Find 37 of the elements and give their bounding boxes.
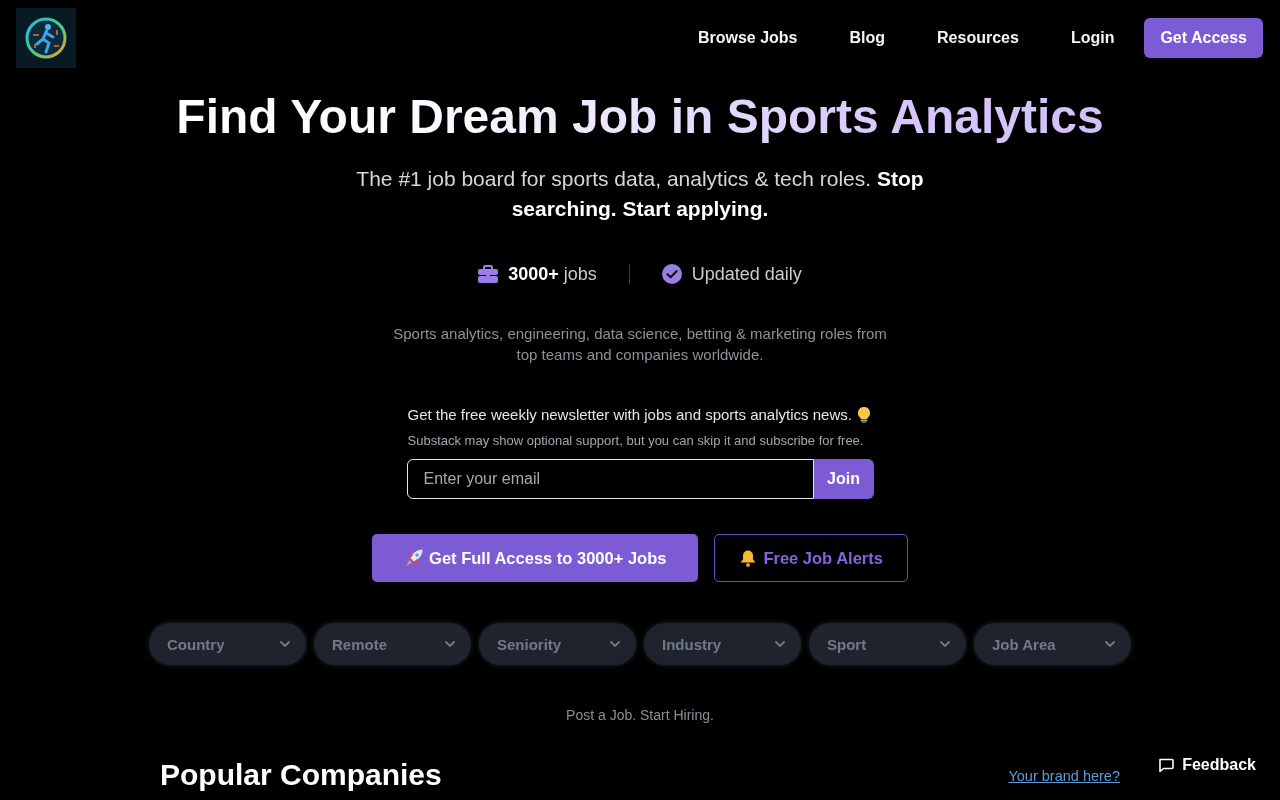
nav-link[interactable]: Resources xyxy=(915,21,1041,55)
chevron-down-icon xyxy=(775,641,785,647)
email-field[interactable]: Enter your email xyxy=(406,459,814,499)
newsletter-note: Substack may show optional support, but you can skip it and subscribe for free. xyxy=(406,433,865,449)
filter-dropdown[interactable]: Sport xyxy=(809,623,966,665)
filter-dropdown[interactable]: Job Area xyxy=(974,623,1131,665)
logo[interactable] xyxy=(16,8,76,68)
brand-link[interactable]: Your brand here? xyxy=(1008,768,1120,784)
filter-dropdown[interactable]: Industry xyxy=(644,623,801,665)
section-heading: Popular Companies xyxy=(160,757,442,793)
job-alerts-button[interactable]: Free Job Alerts xyxy=(714,534,908,582)
rocket-icon xyxy=(405,549,424,567)
chevron-down-icon xyxy=(610,641,620,647)
join-button[interactable]: Join xyxy=(813,459,874,499)
chevron-down-icon xyxy=(280,641,290,647)
briefcase-icon xyxy=(478,265,499,283)
filter-dropdown[interactable]: Country xyxy=(149,623,306,665)
chevron-down-icon xyxy=(940,641,950,647)
newsletter-heading: Get the free weekly newsletter with jobs and sports analytics news. xyxy=(407,405,852,425)
stat-text: 3000+ jobs xyxy=(508,263,597,285)
nav-link[interactable]: Blog xyxy=(827,21,908,55)
hero-description: Sports analytics, engineering, data science, betting & marketing roles from top teams and companies worldwide. xyxy=(392,324,888,365)
chevron-down-icon xyxy=(1105,641,1115,647)
post-job-link[interactable]: Post a Job. Start Hiring. xyxy=(566,705,714,725)
lightbulb-icon xyxy=(857,407,870,423)
nav-link[interactable]: Login xyxy=(1048,21,1137,55)
bell-icon xyxy=(739,549,758,567)
check-circle-icon xyxy=(661,264,682,284)
chevron-down-icon xyxy=(445,641,455,647)
hero-subtitle: The #1 job board for sports data, analytics & tech roles. Stop searching. Start applying. xyxy=(355,166,925,222)
get-access-button[interactable]: Get Access xyxy=(1144,18,1263,58)
full-access-button[interactable]: Get Full Access to 3000+ Jobs xyxy=(372,534,699,582)
nav-link[interactable]: Browse Jobs xyxy=(675,21,820,55)
stat-text: Updated daily xyxy=(691,263,802,285)
filter-dropdown[interactable]: Remote xyxy=(314,623,471,665)
filter-dropdown[interactable]: Seniority xyxy=(479,623,636,665)
message-icon xyxy=(1158,757,1175,773)
